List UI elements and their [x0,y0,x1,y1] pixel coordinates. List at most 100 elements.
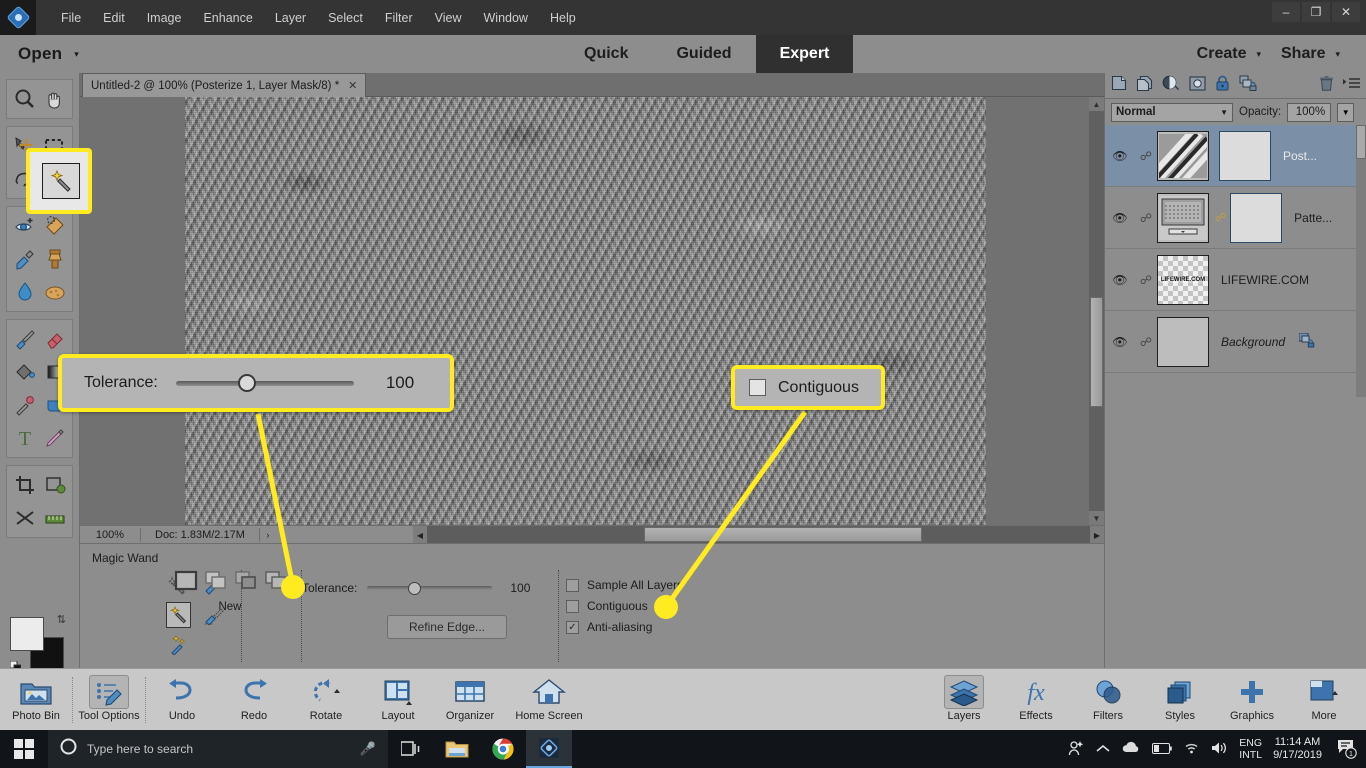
windows-start-icon[interactable] [0,730,48,768]
layer-visibility-icon[interactable]: 👁 [1105,149,1135,163]
show-hidden-icons-icon[interactable] [1096,742,1110,757]
zoom-tool[interactable] [10,83,39,115]
contiguous-row[interactable]: Contiguous [566,599,683,613]
menu-item-filter[interactable]: Filter [374,7,424,29]
scroll-right-icon[interactable]: ▶ [1090,526,1104,544]
contiguous-checkbox[interactable] [566,599,579,613]
scroll-up-icon[interactable]: ▲ [1089,97,1104,111]
effects-button[interactable]: fx Effects [1000,671,1072,729]
sponge-tool[interactable] [40,276,69,308]
image-canvas[interactable] [185,97,986,525]
scroll-down-icon[interactable]: ▼ [1089,511,1104,525]
pencil-tool[interactable] [40,422,69,454]
search-input[interactable]: Type here to search 🎤 [48,730,388,768]
tolerance-callout-knob[interactable] [237,374,256,392]
subtract-from-selection-button[interactable] [235,570,259,591]
organizer-button[interactable]: Organizer [434,671,506,729]
status-expand-icon[interactable]: › [260,530,276,540]
layer-row-posterize[interactable]: 👁 ☍ Post... [1105,125,1366,187]
tolerance-callout-slider[interactable] [175,374,354,392]
wifi-icon[interactable] [1183,741,1200,757]
file-explorer-icon[interactable] [434,730,480,768]
people-icon[interactable] [1068,740,1085,759]
language-indicator[interactable]: ENG INTL [1239,737,1262,761]
open-button[interactable]: Open [18,44,62,64]
tab-quick[interactable]: Quick [560,35,652,73]
delete-layer-icon[interactable] [1319,75,1334,97]
rotate-button[interactable]: Rotate [290,671,362,729]
canvas-vertical-scrollbar[interactable]: ▲ ▼ [1089,97,1104,525]
minimize-icon[interactable]: – [1272,2,1300,22]
photoshop-elements-taskbar-icon[interactable] [526,730,572,768]
create-caret-icon[interactable]: ▾ [1256,49,1261,60]
horizontal-scroll-thumb[interactable] [644,527,922,542]
red-eye-tool[interactable] [10,210,39,242]
layer-link-icon[interactable]: ☍ [1135,273,1157,287]
contiguous-callout-checkbox[interactable] [749,379,766,396]
swap-colors-icon[interactable]: ⇅ [57,613,66,626]
magic-wand-tool-highlight[interactable] [26,148,92,214]
more-button[interactable]: More [1288,671,1360,729]
sample-all-layers-checkbox[interactable] [566,578,579,592]
intersect-with-selection-button[interactable] [265,570,289,591]
canvas-horizontal-scrollbar[interactable]: ◀ ▶ [413,526,1104,544]
photo-bin-button[interactable]: Photo Bin [0,671,72,729]
layer-row-pattern[interactable]: 👁 ☍ ☍ Patte... [1105,187,1366,249]
tab-expert[interactable]: Expert [755,35,854,73]
spot-healing-brush-tool[interactable] [40,210,69,242]
styles-button[interactable]: Styles [1144,671,1216,729]
eraser-tool[interactable] [40,323,69,355]
onedrive-icon[interactable] [1121,741,1141,757]
redo-button[interactable]: Redo [218,671,290,729]
layer-mask-icon[interactable] [1189,75,1206,96]
menu-item-select[interactable]: Select [317,7,374,29]
layer-row-lifewire[interactable]: 👁 ☍ LIFEWIRE.COM LIFEWIRE.COM [1105,249,1366,311]
content-aware-move-tool[interactable] [10,502,39,534]
layers-panel-scrollbar[interactable] [1356,125,1366,397]
task-view-icon[interactable] [388,730,434,768]
menu-item-enhance[interactable]: Enhance [192,7,263,29]
canvas-area[interactable]: ▲ ▼ [80,97,1104,525]
new-selection-button[interactable] [174,570,199,591]
layer-visibility-icon[interactable]: 👁 [1105,273,1135,287]
chevron-down-icon[interactable]: ▼ [1220,108,1228,117]
menu-item-help[interactable]: Help [539,7,587,29]
tolerance-slider-knob[interactable] [408,582,422,595]
paint-bucket-tool[interactable] [10,356,39,388]
menu-item-image[interactable]: Image [136,7,193,29]
add-to-selection-button[interactable] [205,570,229,591]
link-layers-icon[interactable] [1239,75,1257,96]
clone-stamp-tool[interactable] [40,243,69,275]
sample-all-layers-row[interactable]: Sample All Layers [566,578,683,592]
restore-icon[interactable]: ❐ [1302,2,1330,22]
battery-icon[interactable] [1152,742,1173,757]
graphics-button[interactable]: Graphics [1216,671,1288,729]
layers-scroll-thumb[interactable] [1356,125,1366,159]
clock[interactable]: 11:14 AM 9/17/2019 [1273,736,1322,762]
opacity-dropdown-icon[interactable]: ▼ [1337,102,1355,122]
microphone-icon[interactable]: 🎤 [360,741,376,757]
layer-mask-thumbnail[interactable] [1219,130,1271,181]
undo-button[interactable]: Undo [146,671,218,729]
volume-icon[interactable] [1211,741,1228,758]
share-caret-icon[interactable]: ▾ [1335,49,1340,60]
layer-link-icon[interactable]: ☍ [1135,335,1157,349]
blur-tool[interactable] [10,276,39,308]
layer-thumbnail[interactable] [1157,192,1209,243]
color-swatches[interactable]: ⇅ [9,613,68,673]
google-chrome-icon[interactable] [480,730,526,768]
lock-layer-icon[interactable] [1215,75,1230,96]
menu-item-view[interactable]: View [424,7,473,29]
home-screen-button[interactable]: Home Screen [506,671,592,729]
filters-button[interactable]: Filters [1072,671,1144,729]
share-menu[interactable]: Share [1281,45,1325,63]
layers-panel-menu-icon[interactable] [1343,77,1360,95]
layer-link-icon[interactable]: ☍ [1135,211,1157,225]
layers-button[interactable]: Layers [928,671,1000,729]
brush-tool[interactable] [10,323,39,355]
layer-visibility-icon[interactable]: 👁 [1105,211,1135,225]
layer-thumbnail[interactable]: LIFEWIRE.COM [1157,254,1209,305]
straighten-tool[interactable] [40,502,69,534]
adjustment-layer-icon[interactable] [1162,75,1180,96]
menu-item-layer[interactable]: Layer [264,7,317,29]
